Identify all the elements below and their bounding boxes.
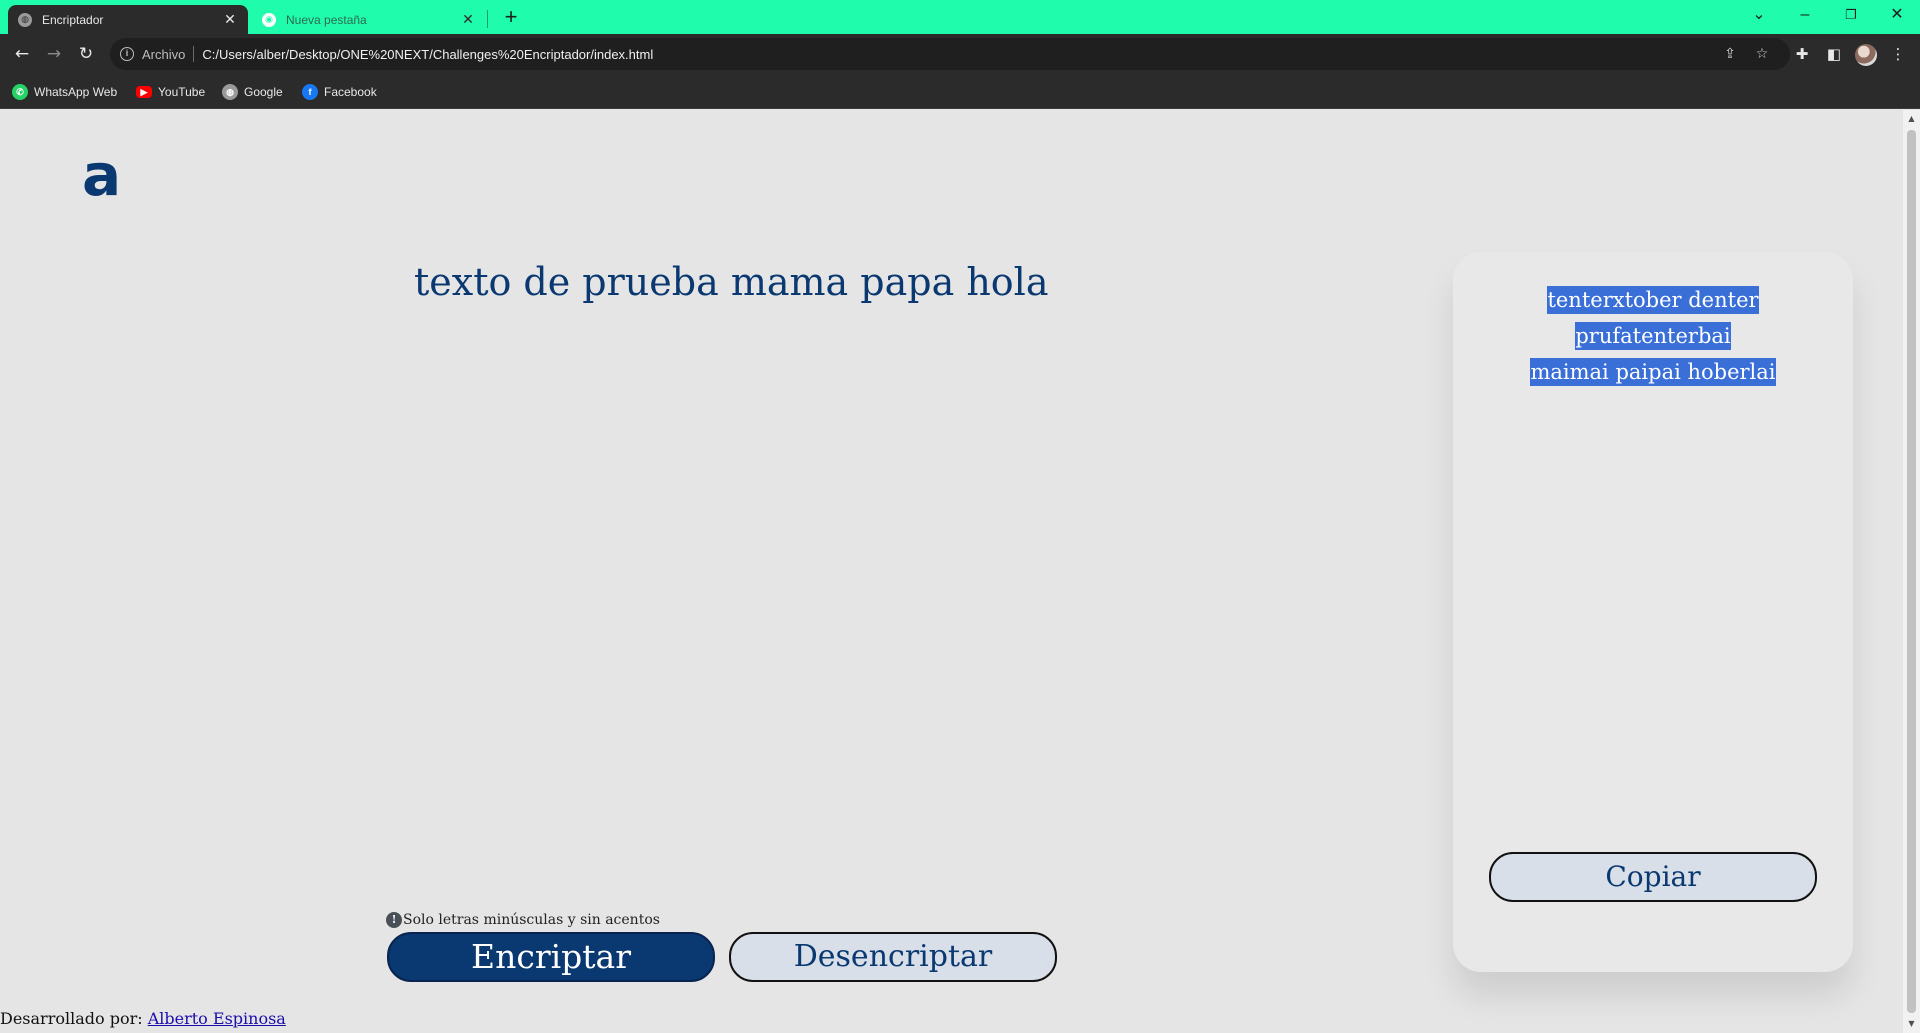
author-link[interactable]: Alberto Espinosa bbox=[148, 1009, 286, 1028]
bookmark-label: YouTube bbox=[158, 85, 206, 99]
omnibox-divider bbox=[193, 46, 195, 62]
bookmark-facebook[interactable]: f Facebook bbox=[302, 82, 377, 102]
youtube-icon: ▶ bbox=[136, 86, 152, 98]
tab-separator bbox=[487, 10, 488, 28]
bookmarks-bar: ✆ WhatsApp Web ▶ YouTube ◍ Google f Face… bbox=[0, 74, 1920, 109]
globe-icon: ◍ bbox=[222, 84, 238, 100]
page-viewport: a texto de prueba mama papa hola ! Solo … bbox=[0, 110, 1903, 1033]
encrypt-button[interactable]: Encriptar bbox=[387, 932, 715, 982]
bookmark-label: WhatsApp Web bbox=[34, 85, 118, 99]
exclamation-icon: ! bbox=[386, 912, 402, 928]
tab-encriptador[interactable]: ◍ Encriptador ✕ bbox=[8, 5, 248, 34]
output-line: tenterxtober denter prufatenterbai bbox=[1547, 286, 1759, 350]
decrypt-button[interactable]: Desencriptar bbox=[729, 932, 1057, 982]
alura-logo: a bbox=[82, 141, 122, 209]
back-button[interactable]: ← bbox=[8, 40, 36, 68]
url-text[interactable]: C:/Users/alber/Desktop/ONE%20NEXT/Challe… bbox=[202, 47, 653, 62]
output-text[interactable]: tenterxtober denter prufatenterbai maima… bbox=[1483, 282, 1823, 390]
browser-toolbar: ← → ↻ i Archivo C:/Users/alber/Desktop/O… bbox=[0, 34, 1920, 74]
input-hint: ! Solo letras minúsculas y sin acentos bbox=[386, 912, 660, 928]
security-label: Archivo bbox=[142, 46, 186, 62]
side-panel-icon[interactable]: ◧ bbox=[1820, 40, 1848, 68]
bookmark-label: Google bbox=[244, 85, 283, 99]
hint-text: Solo letras minúsculas y sin acentos bbox=[403, 912, 660, 928]
share-icon[interactable]: ⇪ bbox=[1716, 38, 1744, 70]
tab-strip: ◍ Encriptador ✕ ◉ Nueva pestaña ✕ + ⌄ – … bbox=[0, 0, 1920, 34]
output-panel: tenterxtober denter prufatenterbai maima… bbox=[1453, 252, 1853, 972]
extensions-icon[interactable]: ✚ bbox=[1788, 40, 1816, 68]
bookmark-star-icon[interactable]: ☆ bbox=[1748, 38, 1776, 70]
scroll-up-icon[interactable]: ▲ bbox=[1903, 112, 1920, 126]
tab-nueva-pestana[interactable]: ◉ Nueva pestaña ✕ bbox=[252, 5, 486, 34]
menu-icon[interactable]: ⋮ bbox=[1884, 40, 1912, 68]
bookmark-google[interactable]: ◍ Google bbox=[222, 82, 283, 102]
footer-text: Desarrollado por: bbox=[0, 1009, 148, 1028]
close-tab-icon[interactable]: ✕ bbox=[460, 11, 476, 28]
whatsapp-icon: ✆ bbox=[12, 84, 28, 100]
tab-title: Encriptador bbox=[42, 12, 104, 27]
forward-button[interactable]: → bbox=[40, 40, 68, 68]
globe-icon: ◍ bbox=[18, 12, 32, 27]
bookmark-label: Facebook bbox=[324, 85, 377, 99]
copy-button[interactable]: Copiar bbox=[1489, 852, 1817, 902]
info-icon[interactable]: i bbox=[120, 47, 134, 61]
scroll-thumb[interactable] bbox=[1907, 130, 1916, 1013]
reload-button[interactable]: ↻ bbox=[72, 40, 100, 68]
scroll-down-icon[interactable]: ▼ bbox=[1903, 1017, 1920, 1031]
restore-button[interactable]: ❐ bbox=[1828, 0, 1874, 30]
close-window-button[interactable]: ✕ bbox=[1874, 0, 1920, 30]
bookmark-whatsapp[interactable]: ✆ WhatsApp Web bbox=[12, 82, 117, 102]
address-bar[interactable]: i Archivo C:/Users/alber/Desktop/ONE%20N… bbox=[110, 38, 1790, 70]
page-scrollbar[interactable]: ▲ ▼ bbox=[1903, 110, 1920, 1033]
chrome-icon: ◉ bbox=[262, 12, 276, 27]
tab-title: Nueva pestaña bbox=[286, 12, 367, 27]
bookmark-youtube[interactable]: ▶ YouTube bbox=[136, 82, 205, 102]
profile-avatar[interactable] bbox=[1855, 44, 1877, 66]
footer: Desarrollado por: Alberto Espinosa bbox=[0, 1009, 286, 1028]
output-line: maimai paipai hoberlai bbox=[1530, 358, 1776, 386]
text-input-area[interactable]: texto de prueba mama papa hola bbox=[414, 260, 1114, 304]
new-tab-button[interactable]: + bbox=[498, 4, 524, 30]
minimize-button[interactable]: – bbox=[1782, 0, 1828, 30]
close-tab-icon[interactable]: ✕ bbox=[222, 11, 238, 28]
tab-search-button[interactable]: ⌄ bbox=[1736, 0, 1782, 30]
facebook-icon: f bbox=[302, 84, 318, 100]
